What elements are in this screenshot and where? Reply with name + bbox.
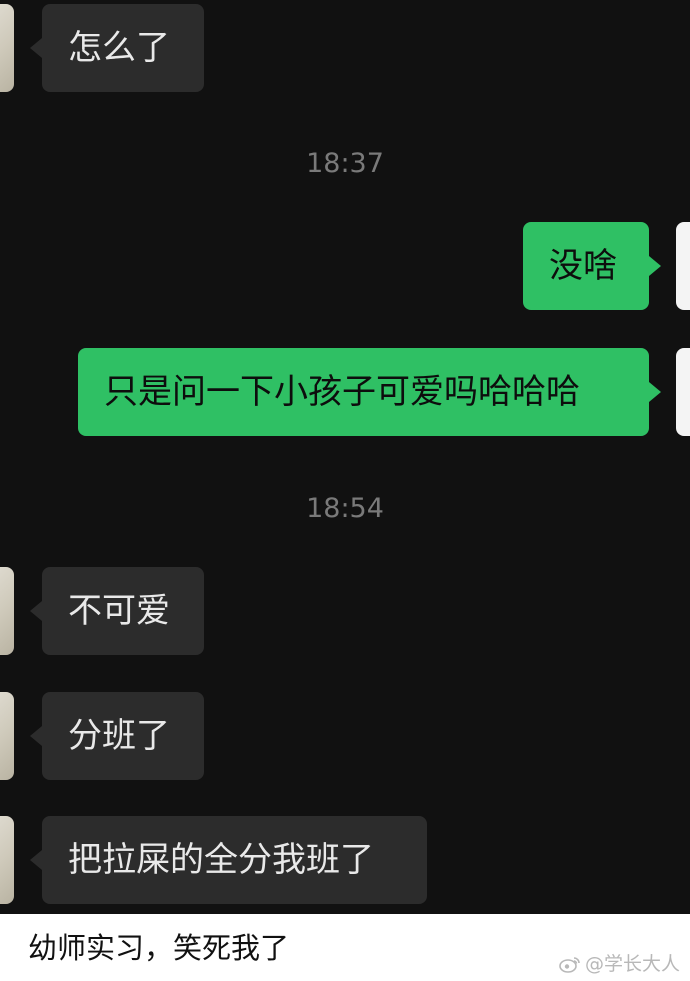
post-caption: 幼师实习，笑死我了	[28, 931, 290, 965]
message-text: 不可爱	[68, 591, 170, 631]
message-timestamp: 18:54	[306, 493, 384, 524]
watermark-text: @学长大人	[584, 953, 680, 975]
message-bubble-outgoing[interactable]: 只是问一下小孩子可爱吗哈哈哈	[78, 348, 661, 436]
contact-avatar[interactable]	[0, 4, 14, 92]
message-bubble-incoming[interactable]: 不可爱	[30, 567, 204, 655]
contact-avatar[interactable]	[0, 567, 14, 655]
message-text: 把拉屎的全分我班了	[68, 840, 374, 880]
message-text: 怎么了	[68, 28, 170, 68]
message-bubble-outgoing[interactable]: 没啥	[523, 222, 661, 310]
user-avatar[interactable]	[676, 348, 690, 436]
message-text: 分班了	[68, 716, 170, 756]
chat-area[interactable]: 怎么了 18:37 没啥 只是问一下小孩子可爱吗哈哈哈 18:54 不可爱 分班…	[0, 0, 690, 914]
message-bubble-incoming[interactable]: 怎么了	[30, 4, 204, 92]
watermark: @学长大人	[559, 952, 680, 976]
contact-avatar[interactable]	[0, 692, 14, 780]
weibo-logo-icon	[559, 955, 581, 973]
contact-avatar[interactable]	[0, 816, 14, 904]
message-bubble-incoming[interactable]: 把拉屎的全分我班了	[30, 816, 427, 904]
message-text: 只是问一下小孩子可爱吗哈哈哈	[104, 372, 580, 412]
message-bubble-incoming[interactable]: 分班了	[30, 692, 204, 780]
message-text: 没啥	[549, 246, 617, 286]
user-avatar[interactable]	[676, 222, 690, 310]
message-timestamp: 18:37	[306, 148, 384, 179]
